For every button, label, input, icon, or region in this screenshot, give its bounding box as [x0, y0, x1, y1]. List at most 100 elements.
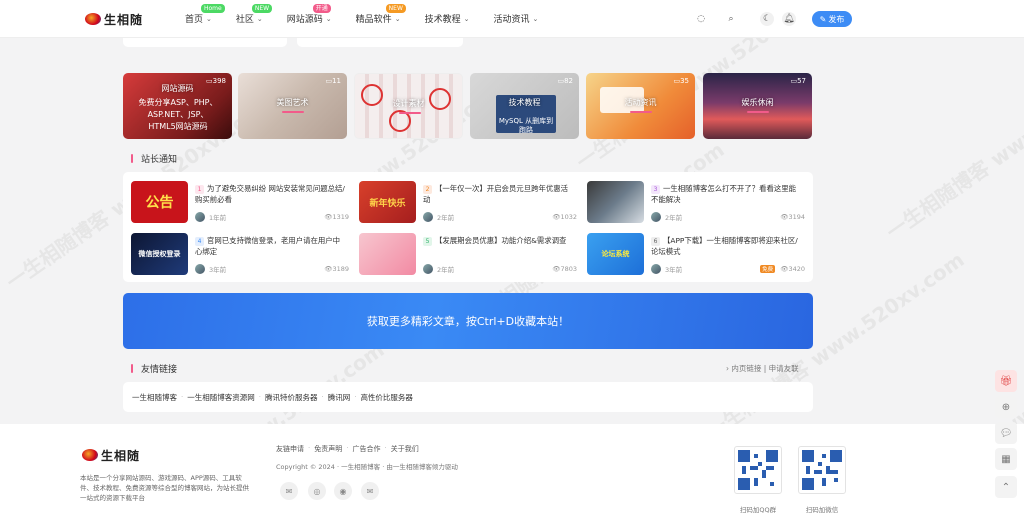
avatar	[195, 212, 205, 222]
folder-icon: ▭	[790, 77, 798, 85]
notice-item[interactable]: 论坛系统 6 【APP下载】一生相随博客即将迎来社区/论坛模式 3年前 免费 👁︎ 3…	[587, 233, 805, 275]
category-tile-art[interactable]: ▭ 11 美图艺术	[238, 73, 347, 139]
notice-number: 6	[651, 237, 660, 246]
notice-title[interactable]: 6 【APP下载】一生相随博客即将迎来社区/论坛模式	[651, 235, 801, 257]
nav-item-home[interactable]: 首页 ⌄ Home	[185, 4, 225, 25]
nav-badge: NEW	[251, 4, 273, 13]
notice-item[interactable]: 5 【发展期会员优惠】功能介绍&需求调查 2年前 👁︎ 7803	[359, 233, 577, 275]
notice-number: 1	[195, 185, 204, 194]
dark-mode-icon[interactable]: ☾	[760, 12, 774, 26]
notice-meta: 3年前 免费 👁︎ 3420	[651, 264, 805, 274]
footer-link[interactable]: 免责声明	[314, 444, 342, 454]
avatar	[423, 212, 433, 222]
publish-button[interactable]: ✎ 发布	[812, 11, 852, 27]
notice-thumb[interactable]: 新年快乐	[359, 181, 416, 223]
qq-group-qr	[734, 446, 782, 494]
category-underline	[399, 112, 421, 114]
notice-item[interactable]: 公告 1 为了避免交易纠纷 网站安装常见问题总结/购买前必看 1年前 👁︎ 1319	[131, 181, 349, 223]
apply-link[interactable]: › 内页链接 | 申请友联	[726, 363, 799, 374]
notice-title[interactable]: 4 官网已支持微信登录，老用户请在用户中心绑定	[195, 235, 345, 257]
links-panel: 一生相随博客 · 一生相随博客资源网 · 腾讯特价服务器 · 腾讯网 · 高性价…	[123, 382, 813, 412]
add-icon[interactable]: ⊕	[995, 396, 1017, 418]
qr-caption: 扫码加QQ群	[739, 506, 777, 514]
footer-logo[interactable]: 生相随	[82, 446, 140, 464]
footer-link[interactable]: 友链申请	[276, 444, 304, 454]
back-to-top-icon[interactable]: ⌃	[995, 476, 1017, 498]
category-tile-leisure[interactable]: ▭ 57 娱乐休闲	[703, 73, 812, 139]
notice-item[interactable]: 3 一生相随博客怎么打不开了？看看这里能不能解决 2年前 👁︎ 3194	[587, 181, 805, 223]
category-tile-source[interactable]: ▭ 398 网站源码 免费分享ASP、PHP、ASP.NET、JSP、HTML5…	[123, 73, 232, 139]
notice-thumb[interactable]	[359, 233, 416, 275]
watermark: 一生相随博客 www.520xv.com	[881, 47, 1024, 245]
notice-title[interactable]: 5 【发展期会员优惠】功能介绍&需求调查	[423, 235, 573, 246]
eye-icon: 👁︎	[552, 213, 561, 221]
notice-item[interactable]: 微信授权登录 4 官网已支持微信登录，老用户请在用户中心绑定 3年前 👁︎ 3189	[131, 233, 349, 275]
site-logo[interactable]: 生相随	[85, 10, 143, 28]
link-separator: ·	[321, 393, 324, 401]
notice-thumb[interactable]: 公告	[131, 181, 188, 223]
notice-item[interactable]: 新年快乐 2 【一年仅一次】开启会员元旦跨年优惠活动 2年前 👁︎ 1032	[359, 181, 577, 223]
category-label: 设计素材	[392, 99, 425, 108]
card-stub	[297, 38, 463, 47]
notice-meta: 2年前 👁︎ 3194	[651, 212, 805, 222]
notice-thumb[interactable]: 微信授权登录	[131, 233, 188, 275]
main-nav: 首页 ⌄ Home 社区 ⌄ NEW 网站源码 ⌄ 开通 精品软件 ⌄ NEW 技术教程…	[185, 4, 562, 26]
weibo-icon[interactable]: ◉	[334, 482, 352, 500]
email-icon[interactable]: ✉	[361, 482, 379, 500]
nav-item-community[interactable]: 社区 ⌄ NEW	[236, 4, 273, 25]
chevron-down-icon: ⌄	[325, 14, 332, 23]
category-tile-design[interactable]: 设计素材	[354, 73, 463, 139]
tip-icon[interactable]: ◌	[694, 12, 708, 26]
card-stub	[123, 38, 287, 47]
eye-icon: 👁︎	[324, 213, 333, 221]
notice-thumb[interactable]: 论坛系统	[587, 233, 644, 275]
chevron-down-icon: ⌄	[206, 14, 212, 23]
chevron-down-icon: ⌄	[256, 14, 263, 23]
category-subtitle: 免费分享ASP、PHP、ASP.NET、JSP、HTML5网站源码	[138, 98, 218, 131]
notices-heading: 站长通知	[131, 152, 177, 165]
friend-link[interactable]: 一生相随博客资源网	[187, 392, 255, 403]
footer-link[interactable]: 广告合作	[352, 444, 380, 454]
eye-icon: 👁︎	[780, 213, 789, 221]
notice-thumb[interactable]	[587, 181, 644, 223]
category-tile-events[interactable]: ▭ 35 活动资讯	[586, 73, 695, 139]
avatar	[195, 264, 205, 274]
footer-link[interactable]: 关于我们	[391, 444, 419, 454]
category-label: 活动资讯	[624, 98, 657, 107]
link-separator: ·	[354, 393, 357, 401]
qr-code-icon	[738, 450, 778, 490]
notice-title[interactable]: 3 一生相随博客怎么打不开了？看看这里能不能解决	[651, 183, 801, 205]
notice-number: 4	[195, 237, 204, 246]
nav-badge: 开通	[312, 4, 331, 13]
notice-title[interactable]: 1 为了避免交易纠纷 网站安装常见问题总结/购买前必看	[195, 183, 345, 205]
eye-icon: 👁︎	[552, 265, 561, 273]
search-icon[interactable]: ⌕	[724, 12, 738, 26]
notice-title[interactable]: 2 【一年仅一次】开启会员元旦跨年优惠活动	[423, 183, 573, 205]
friend-link[interactable]: 腾讯特价服务器	[265, 392, 318, 403]
nav-item-source-code[interactable]: 网站源码 ⌄ 开通	[287, 4, 332, 25]
nav-badge: NEW	[385, 4, 406, 13]
nav-item-events[interactable]: 活动资讯 ⌄	[493, 12, 538, 26]
qq-icon[interactable]: ◎	[308, 482, 326, 500]
friend-link[interactable]: 一生相随博客	[132, 392, 177, 403]
notice-number: 5	[423, 237, 432, 246]
chat-icon[interactable]: 💬︎	[995, 422, 1017, 444]
nav-item-software[interactable]: 精品软件 ⌄ NEW	[356, 4, 406, 25]
folder-icon: ▭	[557, 77, 565, 85]
category-underline	[282, 111, 304, 113]
category-tile-tutorials[interactable]: ▭ 82 技术教程 MySQL 从删库到跑路	[470, 73, 579, 139]
heading-mark	[131, 154, 133, 163]
category-label: 娱乐休闲	[741, 98, 774, 107]
wechat-qr	[798, 446, 846, 494]
folder-count: ▭ 35	[673, 77, 689, 85]
bell-icon[interactable]: 🔔︎	[782, 12, 796, 26]
nav-item-tutorials[interactable]: 技术教程 ⌄	[425, 12, 470, 26]
bookmark-banner[interactable]: 获取更多精彩文章，按Ctrl+D收藏本站！	[123, 293, 813, 349]
notice-number: 3	[651, 185, 660, 194]
gift-icon[interactable]: 🎁︎	[995, 370, 1017, 392]
friend-link[interactable]: 腾讯网	[328, 392, 351, 403]
qr-scan-icon[interactable]: ▦	[995, 448, 1017, 470]
wechat-icon[interactable]: ✉︎	[280, 482, 298, 500]
folder-icon: ▭	[325, 77, 333, 85]
friend-link[interactable]: 高性价比服务器	[360, 392, 413, 403]
